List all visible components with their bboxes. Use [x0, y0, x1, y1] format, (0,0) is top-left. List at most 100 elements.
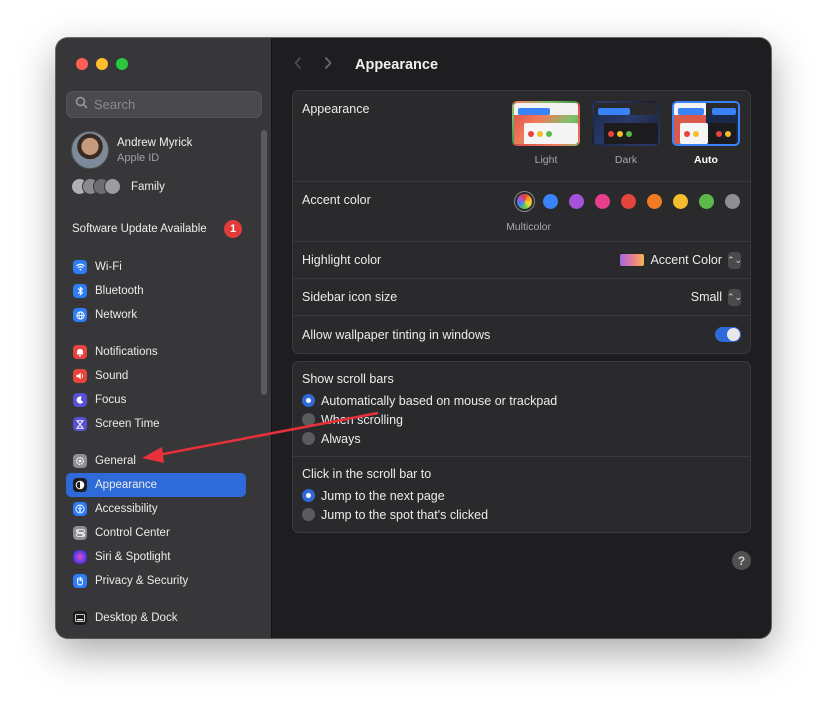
appearance-label: Appearance [302, 102, 370, 116]
search-input[interactable] [94, 97, 244, 112]
appearance-option-dark[interactable]: Dark [592, 101, 660, 166]
appearance-icon [73, 478, 87, 492]
sidebar-scrollbar[interactable] [261, 130, 267, 395]
software-update-item[interactable]: Software Update Available 1 [72, 220, 242, 238]
sidebar-item-label: Siri & Spotlight [95, 551, 171, 563]
radio-button[interactable] [302, 394, 315, 407]
appearance-options: Light Dark Auto [512, 101, 740, 166]
radio-label: When scrolling [321, 412, 403, 427]
accent-swatch-pink[interactable] [595, 194, 610, 209]
sidebar-item-network[interactable]: Network [66, 303, 246, 327]
radio-label: Automatically based on mouse or trackpad [321, 393, 558, 408]
light-preview [512, 101, 580, 146]
accent-swatch-green[interactable] [699, 194, 714, 209]
nav-group-network: Wi-Fi Bluetooth Network [66, 255, 246, 327]
sidebar-item-general[interactable]: General [66, 449, 246, 473]
gear-icon [73, 454, 87, 468]
highlight-swatch [620, 254, 645, 266]
wallpaper-tinting-row: Allow wallpaper tinting in windows [293, 316, 750, 353]
page-title: Appearance [355, 56, 439, 73]
radio-label: Jump to the spot that's clicked [321, 507, 489, 522]
sidebar-item-label: Sound [95, 370, 129, 382]
radio-label: Always [321, 431, 361, 446]
hourglass-icon [73, 417, 87, 431]
accent-swatch-graphite[interactable] [725, 194, 740, 209]
accent-swatch-orange[interactable] [647, 194, 662, 209]
accent-swatch-blue[interactable] [543, 194, 558, 209]
bluetooth-icon [73, 284, 87, 298]
highlight-color-row: Highlight color Accent Color ⌃⌄ [293, 242, 750, 279]
account-name: Andrew Myrick [117, 136, 193, 149]
sidebar-item-bluetooth[interactable]: Bluetooth [66, 279, 246, 303]
sidebar-item-label: Desktop & Dock [95, 612, 178, 624]
family-item[interactable]: Family [71, 178, 165, 195]
hand-icon [73, 574, 87, 588]
sidebar-item-appearance[interactable]: Appearance [66, 473, 246, 497]
bell-icon [73, 345, 87, 359]
radio-button[interactable] [302, 508, 315, 521]
sidebar-item-label: Screen Time [95, 418, 160, 430]
appearance-option-auto[interactable]: Auto [672, 101, 740, 166]
siri-icon [73, 550, 87, 564]
sidebar-item-accessibility[interactable]: Accessibility [66, 497, 246, 521]
back-chevron-icon[interactable] [293, 54, 307, 75]
toolbar: Appearance [293, 54, 438, 75]
dark-preview [592, 101, 660, 146]
highlight-color-value: Accent Color [650, 253, 722, 267]
accent-swatch-red[interactable] [621, 194, 636, 209]
zoom-button[interactable] [116, 58, 128, 70]
apple-id-account[interactable]: Andrew Myrick Apple ID [71, 131, 192, 169]
accent-swatch-yellow[interactable] [673, 194, 688, 209]
click-option-spot-clicked[interactable]: Jump to the spot that's clicked [302, 505, 741, 524]
show-scroll-bars-title: Show scroll bars [302, 372, 394, 386]
scroll-option-when-scrolling[interactable]: When scrolling [302, 410, 741, 429]
avatar [71, 131, 109, 169]
minimize-button[interactable] [96, 58, 108, 70]
traffic-lights [76, 58, 128, 70]
sidebar-item-focus[interactable]: Focus [66, 388, 246, 412]
sidebar-item-sound[interactable]: Sound [66, 364, 246, 388]
sidebar-item-control-center[interactable]: Control Center [66, 521, 246, 545]
radio-button[interactable] [302, 489, 315, 502]
appearance-settings-group: Appearance Light Dark Auto Accent color … [292, 90, 751, 354]
forward-chevron-icon[interactable] [323, 54, 337, 75]
accessibility-icon [73, 502, 87, 516]
radio-button[interactable] [302, 432, 315, 445]
sidebar-icon-size-value: Small [690, 290, 722, 304]
radio-button[interactable] [302, 413, 315, 426]
appearance-option-light[interactable]: Light [512, 101, 580, 166]
accent-swatch-multicolor[interactable] [517, 194, 532, 209]
click-scroll-bar-section: Click in the scroll bar to Jump to the n… [293, 456, 750, 532]
sidebar-item-label: Focus [95, 394, 127, 406]
click-scroll-bar-title: Click in the scroll bar to [302, 467, 432, 481]
sidebar: Andrew Myrick Apple ID Family Software U… [56, 38, 272, 638]
sidebar-item-label: Wi-Fi [95, 261, 122, 273]
radio-label: Jump to the next page [321, 488, 445, 503]
sidebar-item-label: Privacy & Security [95, 575, 189, 587]
account-subtitle: Apple ID [117, 151, 160, 164]
nav-group-notifications: Notifications Sound Focus Screen Time [66, 340, 246, 436]
sidebar-item-wifi[interactable]: Wi-Fi [66, 255, 246, 279]
scroll-option-automatic[interactable]: Automatically based on mouse or trackpad [302, 391, 741, 410]
sidebar-item-notifications[interactable]: Notifications [66, 340, 246, 364]
sidebar-item-privacy-security[interactable]: Privacy & Security [66, 569, 246, 593]
scroll-option-always[interactable]: Always [302, 429, 741, 448]
dock-icon [73, 611, 87, 625]
search-field[interactable] [66, 91, 262, 118]
settings-window: Andrew Myrick Apple ID Family Software U… [56, 38, 771, 638]
wallpaper-tinting-toggle[interactable] [715, 327, 741, 342]
help-button[interactable]: ? [732, 551, 751, 570]
click-option-next-page[interactable]: Jump to the next page [302, 486, 741, 505]
sidebar-icon-size-popup[interactable]: Small ⌃⌄ [690, 288, 742, 306]
close-button[interactable] [76, 58, 88, 70]
sidebar-item-label: General [95, 455, 136, 467]
highlight-color-label: Highlight color [302, 253, 382, 267]
sidebar-item-screen-time[interactable]: Screen Time [66, 412, 246, 436]
sidebar-item-siri-spotlight[interactable]: Siri & Spotlight [66, 545, 246, 569]
main-pane: Appearance Appearance Light Dark Auto Ac… [273, 38, 771, 638]
appearance-option-label: Auto [694, 154, 718, 166]
auto-preview [672, 101, 740, 146]
accent-swatch-purple[interactable] [569, 194, 584, 209]
sidebar-item-desktop-dock[interactable]: Desktop & Dock [66, 606, 246, 630]
highlight-color-popup[interactable]: Accent Color ⌃⌄ [620, 251, 742, 269]
